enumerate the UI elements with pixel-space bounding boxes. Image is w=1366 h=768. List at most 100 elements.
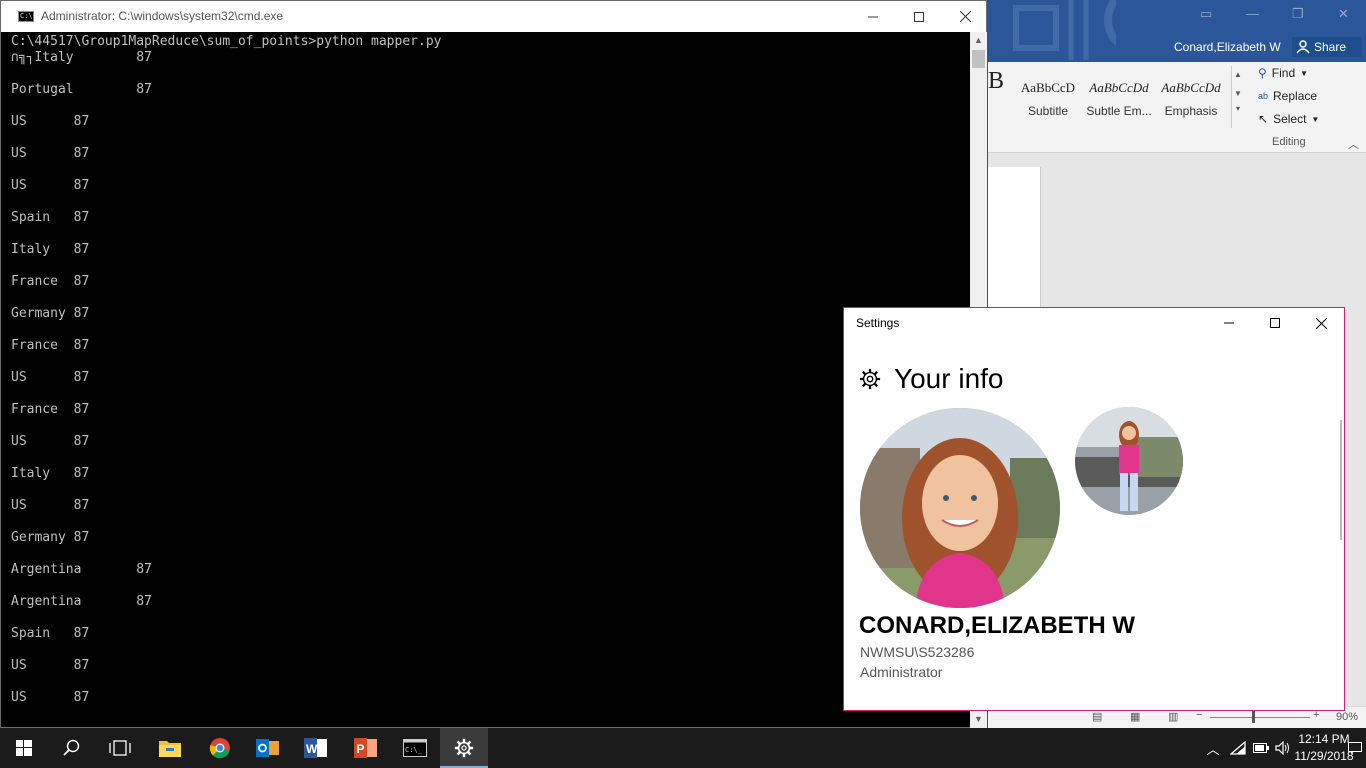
cmd-button[interactable]: C:\_ xyxy=(391,728,439,768)
search-icon: ⚲ xyxy=(1258,66,1267,80)
style-subtle-emphasis[interactable]: AaBbCcDd Subtle Em... xyxy=(1084,70,1154,122)
zoom-level[interactable]: 90% xyxy=(1336,711,1358,723)
word-close-icon[interactable]: ✕ xyxy=(1338,6,1349,22)
output-line: US 87 xyxy=(11,146,90,161)
collapse-ribbon-icon[interactable]: ︿ xyxy=(1348,136,1359,152)
user-role: Administrator xyxy=(860,664,943,680)
battery-icon[interactable] xyxy=(1251,728,1271,768)
output-line: Argentina 87 xyxy=(11,562,152,577)
settings-minimize-button[interactable] xyxy=(1206,308,1252,338)
word-user-name[interactable]: Conard,Elizabeth W xyxy=(1174,40,1281,54)
scroll-up-icon[interactable]: ▲ xyxy=(1232,70,1244,79)
chrome-icon xyxy=(209,738,230,759)
start-button[interactable] xyxy=(0,728,48,768)
output-line: US 87 xyxy=(11,434,90,449)
word-icon: W xyxy=(304,738,327,758)
word-button[interactable]: W xyxy=(292,728,340,768)
output-line: Italy 87 xyxy=(11,242,90,257)
word-ribbon-display-icon[interactable]: ▭ xyxy=(1200,6,1212,22)
powerpoint-button[interactable]: P xyxy=(342,728,390,768)
user-account: NWMSU\S523286 xyxy=(860,644,975,660)
output-line: Portugal 87 xyxy=(11,82,152,97)
cmd-console-output[interactable]: C:\44517\Group1MapReduce\sum_of_points>p… xyxy=(11,32,969,728)
battery-glyph xyxy=(1253,743,1269,753)
scroll-down-icon[interactable]: ▼ xyxy=(1232,89,1244,98)
chrome-button[interactable] xyxy=(196,728,244,768)
scroll-thumb[interactable] xyxy=(972,50,985,68)
replace-button[interactable]: ab Replace xyxy=(1258,89,1317,103)
settings-window: Settings Your info CONARD,ELIZABETH W NW… xyxy=(843,307,1345,711)
output-line: US 87 xyxy=(11,114,90,129)
output-line: US 87 xyxy=(11,370,90,385)
print-layout-icon[interactable]: ▦ xyxy=(1130,710,1140,723)
wifi-icon[interactable] xyxy=(1228,728,1248,768)
output-line: Spain 87 xyxy=(11,210,90,225)
search-button[interactable] xyxy=(48,728,96,768)
document-page[interactable] xyxy=(988,167,1041,312)
style-name: Emphasis xyxy=(1164,104,1218,118)
find-label: Find xyxy=(1271,66,1296,80)
output-line: US 87 xyxy=(11,690,90,705)
output-line: US 87 xyxy=(11,658,90,673)
outlook-button[interactable] xyxy=(244,728,292,768)
style-emphasis[interactable]: AaBbCcDd Emphasis xyxy=(1156,70,1226,122)
close-icon xyxy=(959,11,971,22)
settings-button[interactable] xyxy=(440,728,488,768)
output-line: Argentina 87 xyxy=(11,594,152,609)
task-view-icon xyxy=(109,740,131,756)
file-explorer-button[interactable] xyxy=(146,728,194,768)
output-line: Italy 87 xyxy=(11,466,90,481)
search-icon xyxy=(63,739,80,756)
maximize-button[interactable] xyxy=(896,1,942,32)
page-title: Your info xyxy=(894,363,1004,394)
svg-text:P: P xyxy=(357,742,365,756)
zoom-slider[interactable] xyxy=(1210,717,1310,718)
file-explorer-icon xyxy=(159,741,181,757)
notification-glyph xyxy=(1348,742,1362,754)
gear-icon xyxy=(859,368,881,390)
person-icon xyxy=(1296,40,1310,54)
word-title-decoration xyxy=(1013,0,1116,60)
maximize-icon xyxy=(1270,318,1280,328)
cmd-title-bar[interactable]: C:\ Administrator: C:\windows\system32\c… xyxy=(1,1,986,32)
output-line: France 87 xyxy=(11,274,90,289)
minimize-icon xyxy=(1224,322,1234,324)
settings-maximize-button[interactable] xyxy=(1252,308,1298,338)
taskbar: W P C:\_ ︿ 12:14 PM 11/29/2018 xyxy=(0,728,1366,768)
maximize-icon xyxy=(914,11,924,22)
style-subtitle[interactable]: AaBbCcD Subtitle xyxy=(1013,70,1083,122)
show-hidden-icons-icon[interactable]: ︿ xyxy=(1203,728,1223,768)
action-center-icon[interactable] xyxy=(1345,728,1365,768)
chevron-down-icon: ▼ xyxy=(1311,114,1320,124)
more-styles-icon[interactable]: ▾ xyxy=(1232,104,1244,113)
select-label: Select xyxy=(1273,112,1307,126)
prompt-line: C:\44517\Group1MapReduce\sum_of_points>p… xyxy=(11,34,442,49)
scroll-up-icon[interactable]: ▲ xyxy=(970,32,987,48)
word-title-bar: ▭ — ❐ ✕ Conard,Elizabeth W Share xyxy=(988,0,1366,62)
find-button[interactable]: ⚲ Find ▼ xyxy=(1258,66,1308,80)
cmd-window-title: Administrator: C:\windows\system32\cmd.e… xyxy=(41,9,284,23)
style-name: Subtitle xyxy=(1027,104,1069,118)
zoom-slider-thumb[interactable] xyxy=(1252,711,1255,723)
settings-close-button[interactable] xyxy=(1298,308,1344,338)
style-sample: AaBbCcDd xyxy=(1089,80,1149,95)
replace-label: Replace xyxy=(1273,89,1318,103)
word-restore-icon[interactable]: ❐ xyxy=(1292,6,1304,22)
word-minimize-icon[interactable]: — xyxy=(1246,6,1259,21)
settings-scrollbar[interactable] xyxy=(1340,420,1342,540)
editing-group-label: Editing xyxy=(1272,136,1306,148)
select-button[interactable]: ↖ Select ▼ xyxy=(1258,112,1319,126)
output-line: Germany 87 xyxy=(11,530,90,545)
read-mode-icon[interactable]: ▤ xyxy=(1092,710,1102,723)
close-button[interactable] xyxy=(942,1,988,32)
styles-scroll[interactable]: ▲ ▼ ▾ xyxy=(1231,66,1244,128)
cursor-icon: ↖ xyxy=(1258,112,1269,126)
svg-text:W: W xyxy=(306,742,318,756)
web-layout-icon[interactable]: ▥ xyxy=(1168,710,1178,723)
task-view-button[interactable] xyxy=(96,728,144,768)
minimize-button[interactable] xyxy=(850,1,896,32)
scroll-down-icon[interactable]: ▼ xyxy=(970,711,987,727)
avatar-small[interactable] xyxy=(1075,407,1183,515)
share-button[interactable]: Share xyxy=(1292,37,1362,57)
cmd-window: C:\ Administrator: C:\windows\system32\c… xyxy=(0,0,987,728)
